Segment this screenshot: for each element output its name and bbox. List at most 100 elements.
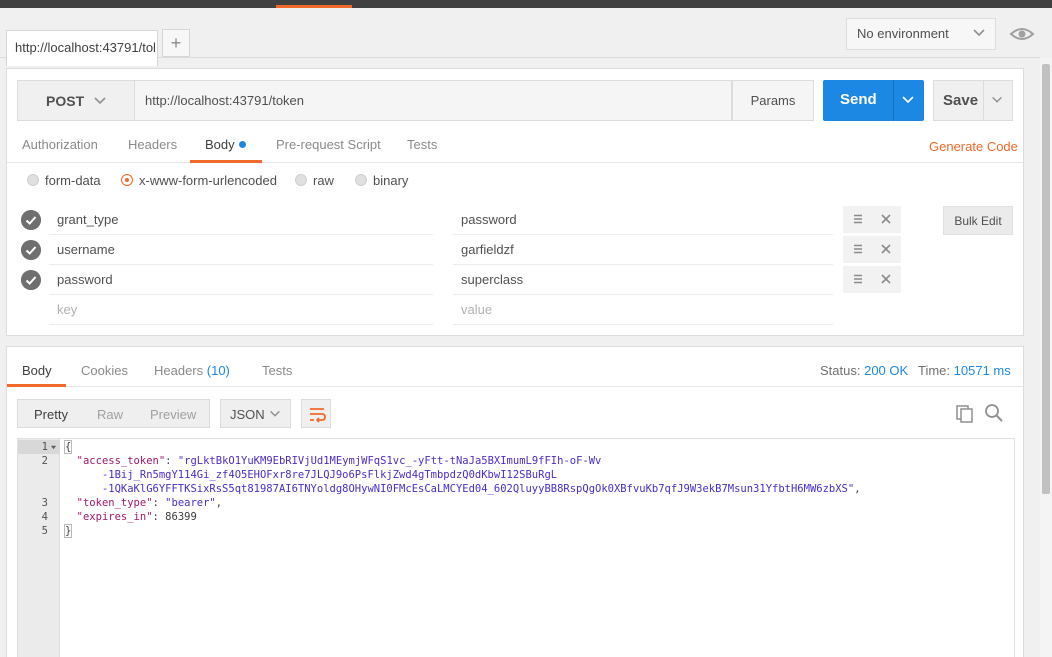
json-string: -1QKaKlG6YFFTKSixRsS5qt81987AI6TNYoldg8O… [101,483,855,495]
new-value-input[interactable]: value [453,295,833,325]
form-key-input[interactable]: username [49,235,433,265]
bulk-edit-button[interactable]: Bulk Edit [943,206,1013,235]
drag-handle-icon[interactable] [851,242,865,256]
send-button[interactable]: Send [823,80,924,121]
radio-circle [295,174,307,186]
eye-icon[interactable] [1006,18,1038,50]
response-tab-headers-label: Headers [154,363,204,378]
tab-authorization[interactable]: Authorization [22,137,98,152]
check-circle-icon[interactable] [21,210,41,230]
json-brace: { [64,440,73,454]
wrap-lines-button[interactable] [301,399,331,428]
request-tab[interactable]: http://localhost:43791/tol [6,30,158,66]
chevron-down-icon[interactable] [990,93,1004,107]
radio-label: binary [373,173,409,188]
drag-handle-icon[interactable] [851,272,865,286]
url-input[interactable]: http://localhost:43791/token [134,80,732,121]
drag-handle-icon[interactable] [851,212,865,226]
search-icon[interactable] [984,403,1004,423]
request-panel: POST http://localhost:43791/token Params… [6,68,1024,336]
tab-pre-request-script[interactable]: Pre-request Script [276,137,381,152]
form-key-input[interactable]: password [49,265,433,295]
form-value-input[interactable]: garfieldzf [453,235,833,265]
fold-arrow-icon[interactable] [50,444,57,451]
environment-label: No environment [857,26,949,41]
chevron-down-icon[interactable] [900,92,916,108]
radio-x-www-form-urlencoded[interactable]: x-www-form-urlencoded [121,173,277,188]
check-circle-icon[interactable] [21,240,41,260]
form-value-input[interactable]: password [453,205,833,235]
close-icon[interactable] [879,272,893,286]
code-line: -1QKaKlG6YFFTKSixRsS5qt81987AI6TNYoldg8O… [101,483,861,495]
json-string: -1Bij_Rn5mgY114Gi_zf4O5EHOFxr8re7JLQJ9o6… [101,469,558,481]
response-tab-tests[interactable]: Tests [262,363,292,378]
close-icon[interactable] [879,242,893,256]
view-mode-group: Pretty Raw Preview [17,399,210,428]
response-tab-body[interactable]: Body [22,363,52,378]
tab-headers[interactable]: Headers [128,137,177,152]
line-number: 5 [41,525,48,537]
radio-label: x-www-form-urlencoded [139,173,277,188]
send-divider [893,80,894,121]
view-preview-button[interactable]: Preview [150,407,196,422]
radio-binary[interactable]: binary [355,173,408,188]
form-row: password superclass [7,265,1023,295]
view-raw-button[interactable]: Raw [97,407,123,422]
json-key: "access_token" [76,455,166,467]
time-readout: Time: 10571 ms [918,363,1011,378]
headers-count: (10) [206,363,230,378]
generate-code-link[interactable]: Generate Code [929,139,1018,154]
code-line: "token_type": "bearer", [76,497,223,509]
status-value: 200 OK [864,363,909,378]
form-row: username garfieldzf [7,235,1023,265]
response-tab-headers[interactable]: Headers (10) [154,363,230,378]
radio-circle-selected [121,174,133,186]
line-number-gutter: 1 2 3 4 5 [18,439,60,657]
code-line: "expires_in": 86399 [76,511,197,523]
radio-circle [27,174,39,186]
page-scrollbar-thumb[interactable] [1042,64,1050,494]
form-value-input[interactable]: superclass [453,265,833,295]
check-circle-icon[interactable] [21,270,41,290]
line-number: 3 [41,497,48,509]
params-button[interactable]: Params [732,80,814,121]
method-select[interactable]: POST [17,80,135,121]
radio-raw[interactable]: raw [295,173,334,188]
line-number: 4 [41,511,48,523]
request-tabs: Authorization Headers Body Pre-request S… [7,129,1023,163]
add-tab-button[interactable]: + [162,29,190,57]
active-tab-underline [7,384,66,387]
time-value: 10571 ms [953,363,1011,378]
radio-form-data[interactable]: form-data [27,173,101,188]
new-key-input[interactable]: key [49,295,433,325]
save-divider [983,81,984,120]
format-select[interactable]: JSON [220,399,291,428]
view-pretty-button[interactable]: Pretty [34,407,68,422]
format-label: JSON [230,407,265,422]
tab-body[interactable]: Body [205,137,246,152]
method-label: POST [46,93,85,109]
code-line: -1Bij_Rn5mgY114Gi_zf4O5EHOFxr8re7JLQJ9o6… [64,469,557,481]
body-indicator-dot [238,141,246,148]
radio-label: raw [313,173,334,188]
app-top-bar [0,0,1052,8]
response-tab-cookies[interactable]: Cookies [81,363,128,378]
response-panel: Body Cookies Headers (10) Tests Status: … [6,346,1024,657]
code-line: "access_token": "rgLktBkO1YuKM9EbRIVjUd1… [76,455,602,467]
form-key-input[interactable]: grant_type [49,205,433,235]
copy-icon[interactable] [955,404,975,424]
save-button[interactable]: Save [933,80,1013,121]
wrap-lines-icon [310,408,326,423]
chevron-down-icon [94,97,106,105]
response-tabs: Body Cookies Headers (10) Tests Status: … [7,347,1023,387]
environment-select[interactable]: No environment [846,18,996,50]
chevron-down-icon [270,410,280,417]
active-tab-underline [190,160,262,163]
json-string: "rgLktBkO1YuKM9EbRIVjUd1MEymjWFqS1vc_-yF… [177,455,602,467]
tab-tests[interactable]: Tests [407,137,437,152]
tab-body-label: Body [205,137,235,152]
close-icon[interactable] [879,212,893,226]
response-code-editor[interactable]: 1 2 3 4 5 { "access_token": "rgLktBkO1Yu… [17,438,1015,657]
code-line: { [64,440,73,454]
form-row-new: key value [7,295,1023,325]
